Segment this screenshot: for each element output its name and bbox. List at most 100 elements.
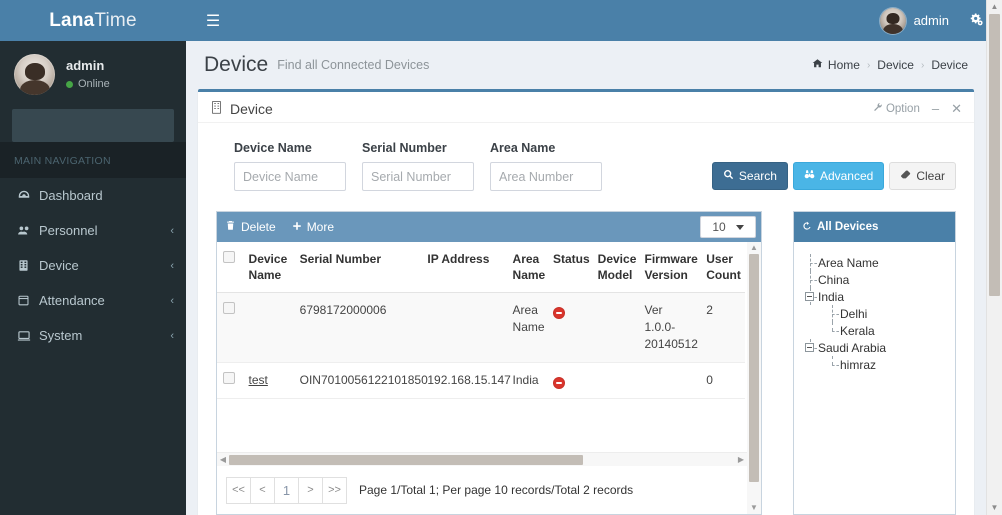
sidebar: Lana Time admin Online MAIN NAVIGATION Da… [0,0,186,515]
more-button[interactable]: More [292,220,334,234]
search-button[interactable]: Search [711,162,788,190]
page-last-button[interactable]: >> [322,476,347,504]
chevron-left-icon: ‹ [170,329,174,342]
field-label: Area Name [490,141,556,155]
col-area-name[interactable]: Area Name [506,242,547,294]
cell-serial-number: 6798172000006 [293,292,422,363]
cell-firmware-version: Ver 1.0.0-20140512 [638,292,701,363]
page-scroll-area[interactable] [989,14,1000,501]
more-label: More [306,220,335,234]
sidebar-toggle-button[interactable]: ☰ [196,0,230,41]
calendar-icon [17,294,39,307]
delete-button[interactable]: Delete [225,220,276,234]
col-serial-number[interactable]: Serial Number [293,242,422,294]
tree-node-label[interactable]: China [818,273,849,287]
hscroll-area[interactable] [229,454,735,465]
tree-expander-icon[interactable] [804,288,818,305]
close-icon[interactable]: ✕ [951,102,962,115]
cell-user-count: 2 [700,292,745,363]
scroll-down-icon[interactable]: ▼ [750,502,758,514]
option-button[interactable]: Option [873,102,920,115]
top-navbar: ☰ admin [186,0,1002,41]
page-next-button[interactable]: > [298,476,323,504]
advanced-button[interactable]: Advanced [792,162,885,190]
row-checkbox[interactable] [223,302,235,315]
users-icon [17,224,39,238]
page-scroll-down-icon[interactable]: ▼ [991,501,999,515]
page-first-button[interactable]: << [226,476,251,504]
sidebar-user-meta: admin Online [66,57,110,92]
page-scrollbar[interactable]: ▲ ▼ [986,0,1002,515]
area-name-input[interactable] [490,162,602,191]
tree-node-label[interactable]: Kerala [840,324,875,338]
row-select-cell [217,292,243,363]
page-prev-button[interactable]: < [250,476,275,504]
page-scroll-thumb[interactable] [989,14,1000,297]
tree-expander-icon[interactable] [804,339,818,356]
tree-node-china[interactable]: China [804,271,949,288]
minimize-icon[interactable]: – [932,102,939,115]
tree-node-label[interactable]: Saudi Arabia [818,341,886,355]
brand-logo[interactable]: Lana Time [0,0,186,41]
table-row[interactable]: test OIN7010056122101850 192.168.15.147 … [217,362,745,399]
serial-number-input[interactable] [362,162,474,191]
clear-button[interactable]: Clear [889,162,956,190]
table-row[interactable]: 6798172000006 Area Name Ver 1.0.0-201405… [217,292,745,363]
chevron-left-icon: ‹ [170,224,174,237]
sidebar-search-input[interactable] [12,109,174,142]
hscroll-thumb[interactable] [229,454,584,465]
tree-node-himraz[interactable]: himraz [804,356,949,373]
sidebar-item-dashboard[interactable]: Dashboard [0,178,186,213]
tree-node-kerala[interactable]: Kerala [804,322,949,339]
tree-node-india[interactable]: India [804,288,949,305]
breadcrumb-item-device[interactable]: Device [877,58,914,72]
pagination: << < 1 > >> Page 1/Total 1; Per page 10 … [217,466,747,514]
tree-node-label[interactable]: himraz [840,358,876,372]
breadcrumb-separator: › [866,59,871,71]
cell-serial-number: OIN7010056122101850 [293,362,428,399]
tree-node-area-name[interactable]: Area Name [804,254,949,271]
home-icon [812,58,823,72]
sidebar-user-panel[interactable]: admin Online [0,41,186,107]
per-page-value: 10 [712,220,726,234]
user-menu[interactable]: admin [870,0,959,41]
sidebar-item-label: Dashboard [39,188,103,203]
tree-branch-end-icon [826,322,840,339]
col-ip-address[interactable]: IP Address [421,242,507,294]
scroll-up-icon[interactable]: ▲ [750,242,758,254]
sidebar-item-personnel[interactable]: Personnel ‹ [0,213,186,248]
sidebar-item-attendance[interactable]: Attendance ‹ [0,283,186,318]
vscroll-thumb[interactable] [749,254,759,483]
col-status[interactable]: Status [546,242,592,294]
tree-node-label[interactable]: India [818,290,844,304]
row-checkbox[interactable] [223,371,235,384]
scroll-right-icon[interactable]: ▶ [735,455,747,464]
device-tree: Area Name China India Delhi Kerala Saudi… [794,242,955,379]
tree-node-label[interactable]: Area Name [818,256,879,270]
breadcrumb-separator: › [920,59,925,71]
page-current-button[interactable]: 1 [274,476,299,504]
refresh-icon[interactable] [802,221,812,234]
sidebar-item-system[interactable]: System ‹ [0,318,186,353]
table-horizontal-scrollbar[interactable]: ◀ ▶ [217,452,747,466]
tree-node-label[interactable]: Delhi [840,307,867,321]
per-page-select[interactable]: 10 [700,216,756,238]
avatar [14,54,55,95]
breadcrumb-item-home[interactable]: Home [812,58,860,72]
tree-node-delhi[interactable]: Delhi [804,305,949,322]
table-vertical-scrollbar[interactable]: ▲ ▼ [747,242,761,514]
server-icon [17,259,39,272]
scroll-left-icon[interactable]: ◀ [217,455,229,464]
vscroll-area[interactable] [749,254,759,502]
col-device-model[interactable]: Device Model [591,242,639,294]
device-name-input[interactable] [234,162,346,191]
tree-branch-icon [826,305,840,322]
col-firmware-version[interactable]: Firmware Version [638,242,701,294]
sidebar-item-device[interactable]: Device ‹ [0,248,186,283]
device-name-link[interactable]: test [249,373,268,387]
tree-node-saudi-arabia[interactable]: Saudi Arabia [804,339,949,356]
select-all-checkbox[interactable] [223,251,235,263]
col-user-count[interactable]: User Count [700,242,745,294]
col-device-name[interactable]: Device Name [242,242,294,294]
page-scroll-up-icon[interactable]: ▲ [991,0,999,14]
